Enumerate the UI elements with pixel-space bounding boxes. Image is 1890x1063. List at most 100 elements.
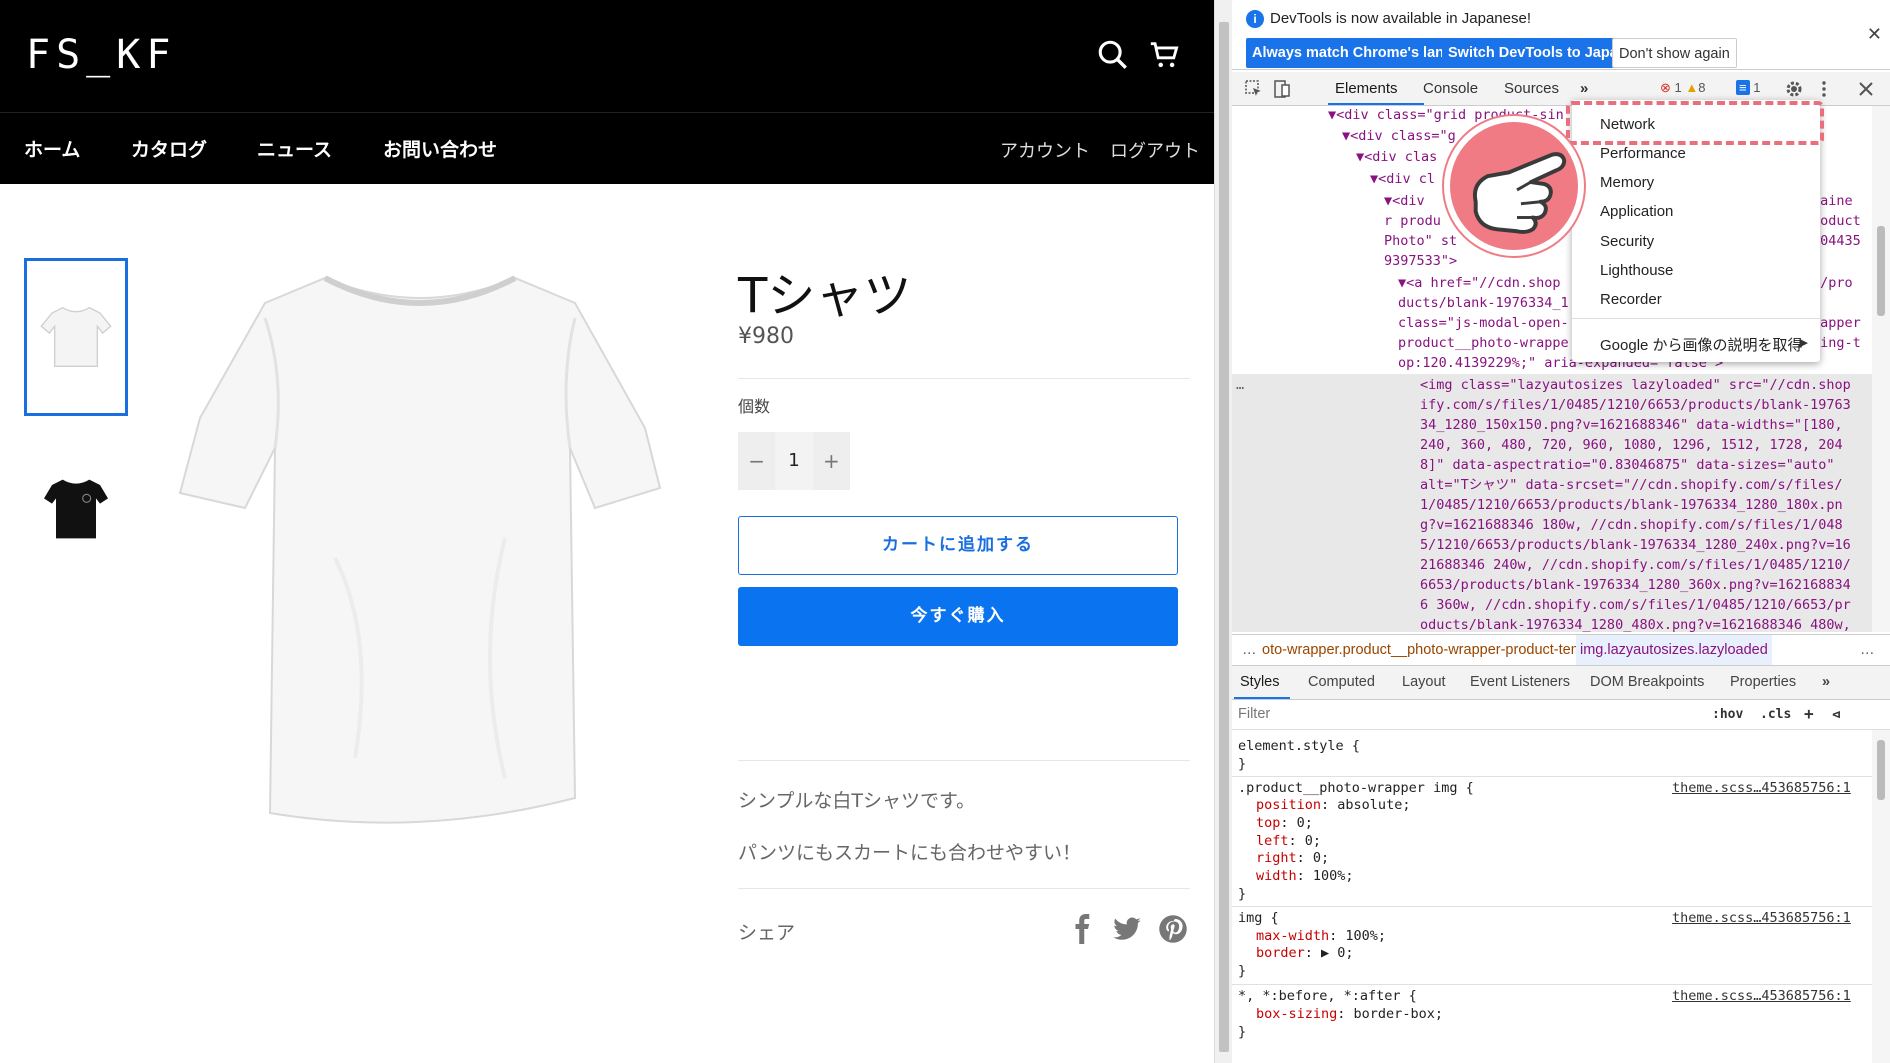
nav-news[interactable]: ニュース [257, 135, 332, 162]
dom-node[interactable]: ▼<a href="//cdn.shop [1398, 274, 1561, 293]
dom-node[interactable]: ▼<div clas [1356, 148, 1437, 167]
tab-console[interactable]: Console [1423, 80, 1478, 97]
dom-node[interactable]: ▼<div cl [1370, 170, 1435, 189]
img-node-line[interactable]: 21688346 240w, //cdn.shopify.com/s/files… [1420, 556, 1851, 575]
breadcrumb-more[interactable]: … [1860, 635, 1875, 665]
img-node-line[interactable]: g?v=1621688346 180w, //cdn.shopify.com/s… [1420, 516, 1843, 535]
img-node-line[interactable]: oducts/blank-1976334_1280_480x.png?v=162… [1420, 616, 1851, 632]
rule-selector[interactable]: *, *:before, *:after { [1238, 988, 1417, 1004]
tab-styles[interactable]: Styles [1240, 674, 1280, 690]
tab-elements[interactable]: Elements [1335, 80, 1398, 97]
dom-node[interactable]: product__photo-wrappe [1398, 334, 1569, 353]
dom-node[interactable]: ▼<div [1384, 192, 1425, 211]
menu-item-security[interactable]: Security [1600, 233, 1654, 250]
img-node-line[interactable]: ify.com/s/files/1/0485/1210/6653/product… [1420, 396, 1851, 415]
thumbnail-black-tshirt[interactable] [24, 430, 128, 588]
breadcrumb-item-current[interactable]: img.lazyautosizes.lazyloaded [1576, 635, 1772, 665]
menu-item-memory[interactable]: Memory [1600, 174, 1654, 191]
more-tabs-button[interactable]: » [1580, 80, 1588, 97]
css-declaration[interactable]: max-width: 100%; [1256, 928, 1386, 944]
tab-dom-breakpoints[interactable]: DOM Breakpoints [1590, 674, 1704, 690]
toggle-sidebar-icon[interactable]: ⊲ [1832, 707, 1840, 723]
img-node-line[interactable]: <img class="lazyautosizes lazyloaded" sr… [1420, 376, 1851, 395]
store-logo[interactable]: FS_KF [26, 32, 176, 78]
tab-properties[interactable]: Properties [1730, 674, 1796, 690]
error-count-badge[interactable]: ⊗ 1 ▲8 [1660, 80, 1706, 96]
ellipsis-icon[interactable]: … [1236, 376, 1244, 395]
css-declaration[interactable]: left: 0; [1256, 833, 1321, 849]
page-scrollbar-thumb[interactable] [1219, 22, 1229, 1052]
element-style-selector[interactable]: element.style { [1238, 738, 1360, 754]
gear-icon[interactable] [1784, 79, 1804, 99]
nav-contact[interactable]: お問い合わせ [383, 135, 497, 162]
img-node-line[interactable]: 8]" data-aspectratio="0.83046875" data-s… [1420, 456, 1835, 475]
styles-pane[interactable]: element.style { } .product__photo-wrappe… [1232, 730, 1872, 1063]
dom-node[interactable]: r produ [1384, 212, 1441, 231]
pinterest-icon[interactable] [1158, 914, 1188, 944]
source-link[interactable]: theme.scss…453685756:1 [1672, 780, 1851, 796]
nav-account[interactable]: アカウント [1000, 137, 1090, 163]
dom-node[interactable]: class="js-modal-open- [1398, 314, 1569, 333]
elements-scrollbar-thumb[interactable] [1877, 226, 1885, 316]
menu-item-image-description[interactable]: Google から画像の説明を取得 [1600, 334, 1803, 355]
css-declaration[interactable]: position: absolute; [1256, 797, 1410, 813]
menu-item-lighthouse[interactable]: Lighthouse [1600, 262, 1673, 279]
img-node-line[interactable]: 1/0485/1210/6653/products/blank-1976334_… [1420, 496, 1843, 515]
product-main-image[interactable] [175, 258, 665, 848]
dom-node[interactable]: ducts/blank-1976334_1 [1398, 294, 1569, 313]
img-node-line[interactable]: 6653/products/blank-1976334_1280_360x.pn… [1420, 576, 1851, 595]
kebab-menu-icon[interactable] [1814, 79, 1834, 99]
cart-icon[interactable] [1148, 38, 1182, 72]
class-toggle[interactable]: .cls [1760, 707, 1791, 722]
search-icon[interactable] [1096, 38, 1130, 72]
breadcrumb-ellipsis[interactable]: … [1242, 635, 1257, 665]
close-icon[interactable]: ✕ [1867, 24, 1882, 45]
more-tabs-button[interactable]: » [1822, 674, 1830, 690]
styles-scrollbar-thumb[interactable] [1877, 740, 1885, 800]
source-link[interactable]: theme.scss…453685756:1 [1672, 910, 1851, 926]
dont-show-again-button[interactable]: Don't show again [1612, 38, 1737, 68]
css-declaration[interactable]: box-sizing: border-box; [1256, 1006, 1443, 1022]
rule-selector[interactable]: img { [1238, 910, 1279, 926]
css-declaration[interactable]: right: 0; [1256, 850, 1329, 866]
styles-scrollbar[interactable] [1872, 730, 1890, 1063]
inspect-element-icon[interactable] [1244, 79, 1264, 99]
hover-state-toggle[interactable]: :hov [1712, 707, 1743, 722]
css-declaration[interactable]: border: ▶ 0; [1256, 945, 1354, 961]
tab-computed[interactable]: Computed [1308, 674, 1375, 690]
tab-layout[interactable]: Layout [1402, 674, 1446, 690]
dom-node[interactable]: ▼<div class="g [1342, 127, 1456, 146]
menu-item-recorder[interactable]: Recorder [1600, 291, 1662, 308]
page-scrollbar[interactable] [1214, 0, 1232, 1063]
twitter-icon[interactable] [1112, 914, 1142, 944]
dom-node[interactable]: Photo" st [1384, 232, 1457, 251]
close-devtools-icon[interactable] [1856, 79, 1876, 99]
quantity-increase-button[interactable]: + [813, 449, 850, 473]
elements-scrollbar[interactable] [1872, 106, 1890, 632]
img-node-line[interactable]: alt="Tシャツ" data-srcset="//cdn.shopify.co… [1420, 476, 1843, 495]
add-to-cart-button[interactable]: カートに追加する [738, 516, 1178, 575]
breadcrumb-item[interactable]: oto-wrapper.product__photo-wrapper-produ… [1262, 635, 1614, 665]
quantity-decrease-button[interactable]: − [738, 449, 775, 473]
source-link[interactable]: theme.scss…453685756:1 [1672, 988, 1851, 1004]
menu-item-application[interactable]: Application [1600, 203, 1673, 220]
css-declaration[interactable]: width: 100%; [1256, 868, 1354, 884]
img-node-line[interactable]: 6 360w, //cdn.shopify.com/s/files/1/0485… [1420, 596, 1851, 615]
img-node-line[interactable]: 240, 360, 480, 720, 960, 1080, 1296, 151… [1420, 436, 1843, 455]
img-node-line[interactable]: 34_1280_150x150.png?v=1621688346" data-w… [1420, 416, 1843, 435]
buy-now-button[interactable]: 今すぐ購入 [738, 587, 1178, 646]
menu-item-performance[interactable]: Performance [1600, 145, 1686, 162]
new-style-rule-button[interactable]: + [1804, 704, 1814, 723]
message-count-badge[interactable]: ≡ 1 [1736, 80, 1760, 95]
img-node-line[interactable]: 5/1210/6653/products/blank-1976334_1280_… [1420, 536, 1851, 555]
nav-home[interactable]: ホーム [24, 135, 80, 162]
rule-selector[interactable]: .product__photo-wrapper img { [1238, 780, 1474, 796]
tab-sources[interactable]: Sources [1504, 80, 1559, 97]
tab-event-listeners[interactable]: Event Listeners [1470, 674, 1570, 690]
styles-filter-input[interactable]: Filter [1238, 706, 1270, 722]
thumbnail-white-tshirt[interactable] [24, 258, 128, 416]
nav-logout[interactable]: ログアウト [1110, 137, 1200, 163]
device-toolbar-icon[interactable] [1272, 79, 1292, 99]
dom-node[interactable]: 9397533"> [1384, 252, 1457, 271]
quantity-input[interactable]: 1 [775, 432, 813, 490]
